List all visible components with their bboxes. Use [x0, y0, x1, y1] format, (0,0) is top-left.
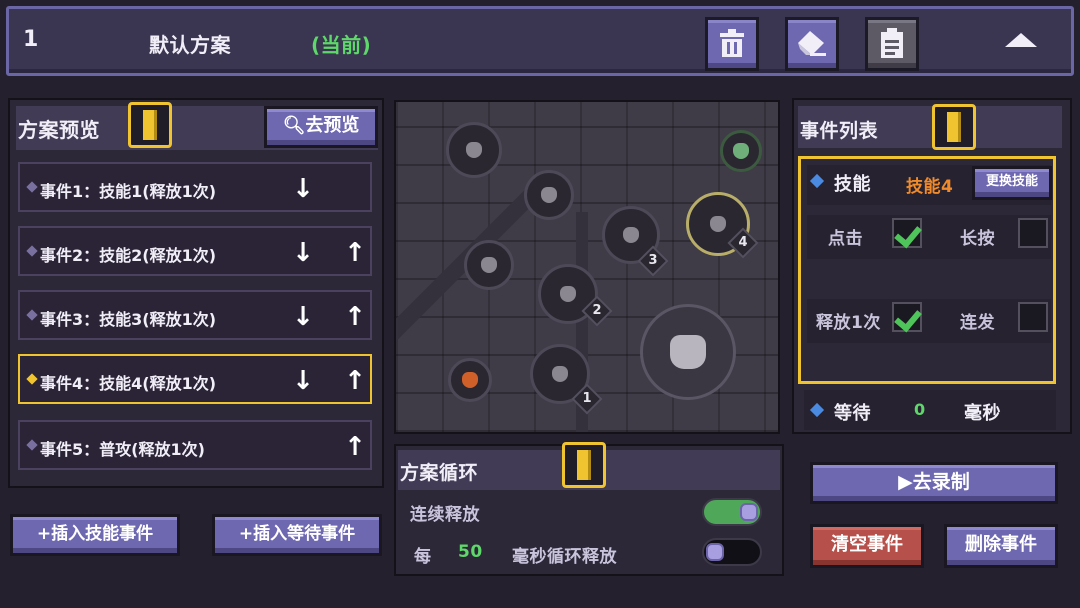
skill-icon: [541, 187, 557, 203]
event-dot-icon: [26, 181, 38, 193]
trash-icon: [720, 29, 744, 57]
collapse-icon[interactable]: [1005, 33, 1037, 47]
toggle-knob: [740, 503, 758, 521]
move-up-icon[interactable]: ↑: [344, 302, 366, 332]
skill-label: 技能: [834, 174, 871, 195]
event-row-3[interactable]: 事件3：技能3(释放1次) ↓ ↑: [18, 290, 372, 340]
current-tag: (当前): [311, 33, 372, 57]
toggle-knob: [706, 543, 724, 561]
event-label: 事件5：普攻(释放1次): [40, 440, 205, 459]
skill-slot[interactable]: [464, 240, 514, 290]
attack-button[interactable]: [640, 304, 736, 400]
clipboard-button[interactable]: [865, 17, 919, 71]
event-label: 事件2：技能2(释放1次): [40, 246, 217, 265]
skill-icon: [560, 286, 576, 302]
guide-marker-icon: [932, 104, 976, 150]
combo-label: 连发: [960, 313, 995, 333]
layout-preview-map[interactable]: 1 2 3 4: [394, 100, 780, 434]
guide-marker-icon: [128, 102, 172, 148]
magnifier-icon: 🔍︎: [282, 115, 306, 136]
move-down-icon[interactable]: ↓: [292, 238, 314, 268]
wait-value[interactable]: 0: [914, 400, 926, 419]
interval-value[interactable]: 50: [458, 542, 483, 562]
event-list-title: 事件列表: [800, 120, 879, 142]
scheme-number: 1: [23, 27, 39, 52]
event-row-4[interactable]: 事件4：技能4(释放1次) ↓ ↑: [18, 354, 372, 404]
interval-suffix: 毫秒循环释放: [512, 547, 617, 567]
insert-wait-event-button[interactable]: +插入等待事件: [212, 514, 382, 556]
insert-skill-event-button[interactable]: +插入技能事件: [10, 514, 180, 556]
erase-scheme-button[interactable]: [785, 17, 839, 71]
event-dot-icon: [26, 373, 38, 385]
insert-skill-label: 插入技能事件: [51, 524, 154, 544]
release-once-label: 释放1次: [816, 313, 881, 333]
plus-icon: +: [36, 524, 52, 544]
event-row-5[interactable]: 事件5：普攻(释放1次) ↑: [18, 420, 372, 470]
continuous-label: 连续释放: [410, 505, 480, 525]
event-label: 事件1：技能1(释放1次): [40, 182, 217, 201]
release-once-checkbox[interactable]: [892, 302, 922, 332]
clear-events-button[interactable]: 清空事件: [810, 524, 924, 568]
record-button[interactable]: ▶去录制: [810, 462, 1058, 504]
fist-icon: [670, 335, 706, 369]
skill-icon: [466, 142, 482, 158]
eraser-icon: [798, 31, 826, 56]
tap-label: 点击: [828, 229, 863, 249]
event-row-1[interactable]: 事件1：技能1(释放1次) ↓: [18, 162, 372, 212]
delete-event-button[interactable]: 删除事件: [944, 524, 1058, 568]
combo-checkbox[interactable]: [1018, 302, 1048, 332]
wait-unit: 毫秒: [964, 403, 1001, 424]
scheme-name: 默认方案: [149, 33, 231, 57]
event-label: 事件3：技能3(释放1次): [40, 310, 217, 329]
guide-marker-icon: [562, 442, 606, 488]
scheme-header[interactable]: 1 默认方案 (当前): [6, 6, 1074, 76]
event-dot-icon: [26, 439, 38, 451]
skill-icon: [481, 257, 497, 273]
loop-toggle[interactable]: [702, 538, 762, 566]
hold-checkbox[interactable]: [1018, 218, 1048, 248]
clipboard-icon: [881, 28, 903, 58]
event-dot-icon: [26, 245, 38, 257]
tap-checkbox[interactable]: [892, 218, 922, 248]
move-up-icon[interactable]: ↑: [344, 366, 366, 396]
wait-label: 等待: [834, 403, 871, 424]
event-label: 事件4：技能4(释放1次): [40, 374, 217, 393]
skill-icon: [710, 216, 726, 232]
skill-icon: [552, 366, 568, 382]
record-label: 去录制: [912, 471, 970, 493]
go-preview-button[interactable]: 🔍︎去预览: [264, 106, 378, 148]
move-up-icon[interactable]: ↑: [344, 238, 366, 268]
move-down-icon[interactable]: ↓: [292, 174, 314, 204]
change-skill-button[interactable]: 更换技能: [972, 166, 1052, 200]
skill-slot[interactable]: [446, 122, 502, 178]
move-down-icon[interactable]: ↓: [292, 366, 314, 396]
move-up-icon[interactable]: ↑: [344, 432, 366, 462]
go-preview-label: 去预览: [305, 115, 360, 136]
skill-icon: [733, 143, 749, 159]
record-icon: ▶: [898, 471, 913, 493]
plus-icon: +: [238, 524, 254, 544]
potion-slot[interactable]: [448, 358, 492, 402]
event-dot-icon: [26, 309, 38, 321]
potion-icon: [462, 372, 478, 388]
delete-scheme-button[interactable]: [705, 17, 759, 71]
skill-icon: [623, 227, 639, 243]
continuous-toggle[interactable]: [702, 498, 762, 526]
preview-title: 方案预览: [18, 118, 100, 142]
skill-value: 技能4: [906, 177, 954, 197]
insert-wait-label: 插入等待事件: [253, 524, 356, 544]
move-down-icon[interactable]: ↓: [292, 302, 314, 332]
skill-slot[interactable]: [720, 130, 762, 172]
loop-title: 方案循环: [400, 462, 479, 484]
every-label: 每: [414, 547, 432, 567]
hold-label: 长按: [960, 229, 995, 249]
event-row-2[interactable]: 事件2：技能2(释放1次) ↓ ↑: [18, 226, 372, 276]
skill-slot[interactable]: [524, 170, 574, 220]
